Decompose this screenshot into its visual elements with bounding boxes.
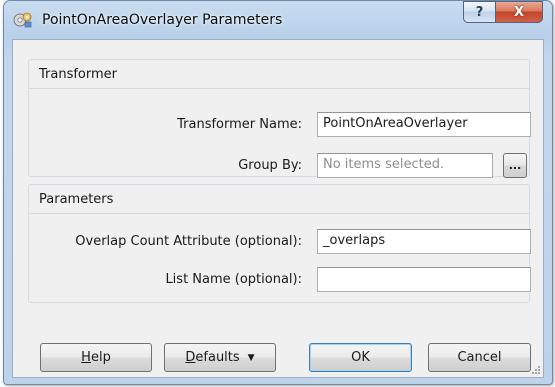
- help-label: elp: [90, 350, 111, 365]
- group-by-input[interactable]: No items selected.: [317, 153, 493, 178]
- help-caption-button[interactable]: ?: [463, 1, 495, 23]
- list-name-label: List Name (optional):: [165, 272, 302, 287]
- ellipsis-icon: ...: [508, 159, 522, 172]
- cancel-label: Cancel: [457, 350, 502, 365]
- group-divider: [29, 88, 529, 89]
- dialog-window: PointOnAreaOverlayer Parameters ? X Tran…: [3, 0, 553, 385]
- resize-grip-icon[interactable]: [531, 365, 541, 375]
- transformer-group: Transformer Transformer Name: PointOnAre…: [28, 59, 531, 178]
- title-bar[interactable]: PointOnAreaOverlayer Parameters ? X: [4, 1, 552, 39]
- window-title: PointOnAreaOverlayer Parameters: [42, 12, 283, 28]
- group-by-label: Group By:: [238, 158, 302, 173]
- dialog-body: Transformer Transformer Name: PointOnAre…: [12, 39, 544, 378]
- cancel-button[interactable]: Cancel: [428, 343, 531, 372]
- defaults-button[interactable]: Defaults ▼: [164, 343, 276, 372]
- group-by-browse-button[interactable]: ...: [503, 153, 527, 178]
- parameters-group: Parameters Overlap Count Attribute (opti…: [28, 184, 531, 303]
- list-name-input[interactable]: [317, 267, 531, 292]
- close-icon: X: [513, 4, 525, 20]
- parameters-group-title: Parameters: [39, 192, 114, 207]
- group-divider: [29, 213, 529, 214]
- workbench-icon: [13, 12, 32, 28]
- help-mnemonic: H: [81, 350, 91, 365]
- transformer-name-input[interactable]: PointOnAreaOverlayer: [317, 112, 531, 137]
- ok-label: OK: [351, 350, 370, 365]
- overlap-count-label: Overlap Count Attribute (optional):: [75, 234, 302, 249]
- close-button[interactable]: X: [495, 1, 543, 23]
- help-button[interactable]: Help: [40, 343, 152, 372]
- defaults-mnemonic: D: [185, 350, 196, 365]
- transformer-group-title: Transformer: [39, 67, 118, 82]
- question-icon: ?: [475, 4, 484, 20]
- dropdown-arrow-icon: ▼: [247, 352, 255, 363]
- ok-button[interactable]: OK: [309, 343, 412, 372]
- defaults-label: efaults: [195, 350, 240, 365]
- transformer-name-label: Transformer Name:: [177, 117, 302, 132]
- overlap-count-input[interactable]: _overlaps: [317, 229, 531, 254]
